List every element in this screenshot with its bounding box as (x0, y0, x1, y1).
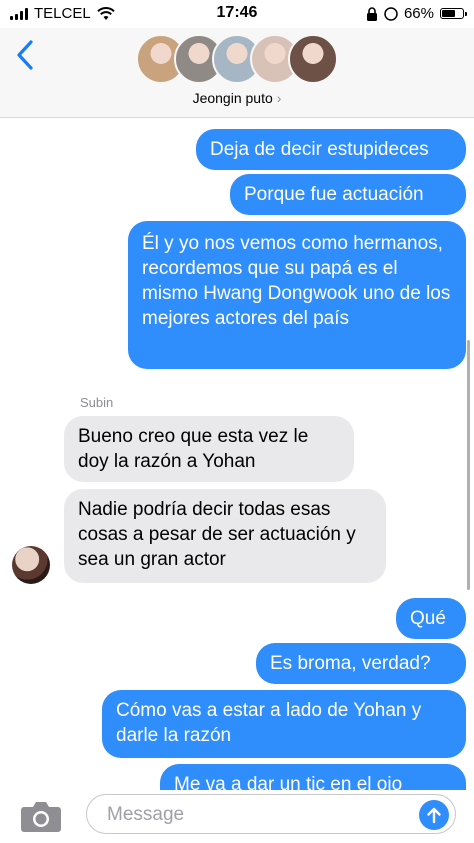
message-bubble-outgoing[interactable]: Deja de decir estupideces (196, 129, 466, 170)
status-right-group: 66% (366, 5, 467, 22)
group-name-button[interactable]: Jeongin puto › (0, 90, 474, 106)
chevron-right-icon: › (276, 90, 282, 106)
message-bubble-incoming[interactable]: Nadie podría decir todas esas cosas a pe… (64, 489, 386, 583)
sender-name: Subin (80, 395, 114, 410)
message-bubble-outgoing[interactable]: Qué (396, 598, 466, 639)
send-arrow-icon (427, 807, 441, 824)
message-bubble-outgoing[interactable]: Es broma, verdad? (256, 643, 466, 684)
message-bubble-incoming[interactable]: Bueno creo que esta vez le doy la razón … (64, 416, 354, 482)
message-input-field[interactable] (86, 794, 456, 834)
moon-icon (384, 6, 398, 21)
compose-bar (0, 790, 474, 843)
message-bubble-outgoing[interactable]: Porque fue actuación (230, 174, 466, 215)
sender-avatar[interactable] (12, 546, 50, 584)
group-name: Jeongin puto (192, 90, 273, 106)
battery-icon (440, 8, 467, 19)
conversation-header: Jeongin puto › (0, 28, 474, 118)
status-bar: TELCEL 17:46 66% (0, 0, 474, 28)
back-chevron-icon[interactable] (14, 38, 36, 72)
lock-rotation-icon (366, 6, 377, 21)
group-avatars[interactable] (136, 32, 341, 86)
avatar (288, 34, 338, 84)
scrollbar[interactable] (467, 340, 470, 590)
message-bubble-outgoing[interactable]: Cómo vas a estar a lado de Yohan y darle… (102, 690, 466, 758)
message-input[interactable] (105, 803, 409, 827)
battery-percent: 66% (403, 5, 434, 22)
send-button[interactable] (419, 800, 449, 830)
camera-icon[interactable] (20, 798, 62, 834)
message-bubble-outgoing[interactable]: Él y yo nos vemos como hermanos, recorde… (128, 221, 466, 369)
